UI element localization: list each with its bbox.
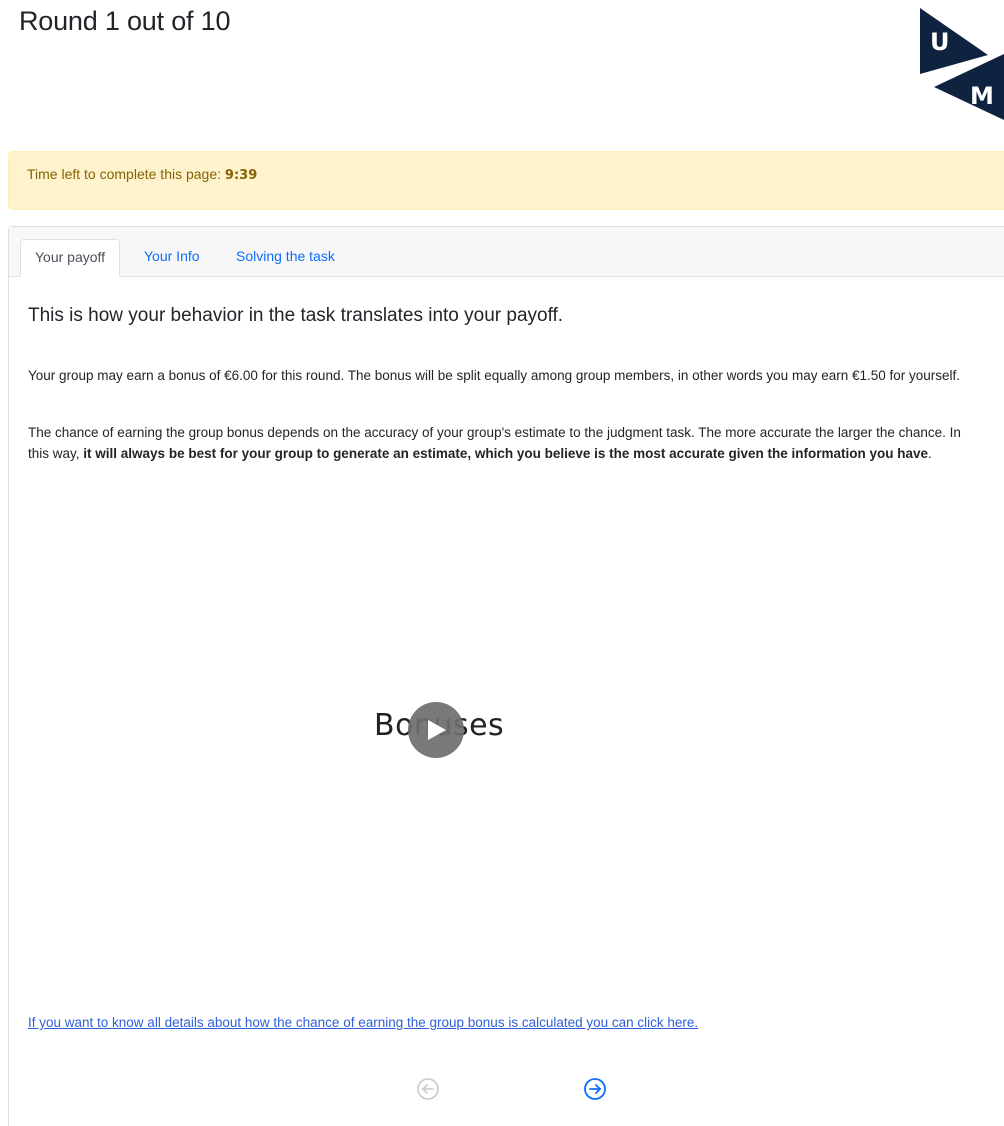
arrow-right-circle-icon — [584, 1078, 606, 1100]
back-button[interactable] — [416, 1077, 440, 1101]
svg-text:M: M — [970, 82, 994, 110]
chance-paragraph: The chance of earning the group bonus de… — [28, 425, 961, 461]
bonus-paragraph: Your group may earn a bonus of €6.00 for… — [28, 368, 961, 383]
content-card: Your payoff Your Info Solving the task T… — [8, 226, 1004, 1126]
payoff-heading: This is how your behavior in the task tr… — [28, 305, 564, 326]
chance-paragraph-emphasis: it will always be best for your group to… — [83, 446, 928, 461]
tab-solving-the-task[interactable]: Solving the task — [222, 239, 349, 276]
tab-your-info[interactable]: Your Info — [130, 239, 214, 276]
tab-your-payoff[interactable]: Your payoff — [20, 239, 121, 277]
logo-icon: U M — [920, 8, 1004, 120]
timer-alert: Time left to complete this page: 9:39 — [8, 151, 1004, 210]
svg-text:U: U — [930, 28, 950, 56]
arrow-left-circle-icon — [417, 1078, 439, 1100]
video-player[interactable]: Bonuses — [28, 517, 978, 972]
bonus-details-link[interactable]: If you want to know all details about ho… — [28, 1015, 698, 1030]
play-icon — [428, 720, 446, 740]
page-title: Round 1 out of 10 — [19, 6, 231, 36]
next-button[interactable] — [583, 1077, 607, 1101]
timer-label: Time left to complete this page: — [27, 166, 222, 182]
university-logo: U M — [918, 8, 1004, 120]
tab-bar: Your payoff Your Info Solving the task — [9, 227, 1004, 277]
play-button[interactable] — [408, 702, 464, 758]
timer-value: 9:39 — [224, 168, 258, 183]
